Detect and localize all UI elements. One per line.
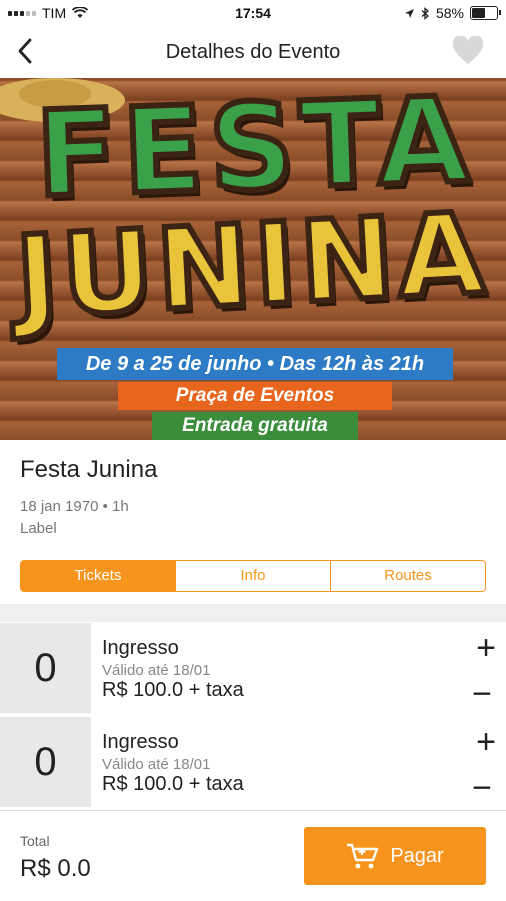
ticket-validity: Válido até 18/01 — [102, 756, 211, 773]
increment-button[interactable]: + — [476, 631, 496, 665]
ticket-quantity: 0 — [0, 623, 91, 713]
status-right: 58% — [404, 5, 501, 21]
banner-title-junina: JUNINA — [10, 186, 495, 347]
event-banner: FESTA JUNINA De 9 a 25 de junho • Das 12… — [0, 78, 506, 440]
event-meta: 18 jan 1970 • 1h — [20, 498, 129, 515]
total-value: R$ 0.0 — [20, 855, 91, 882]
bluetooth-icon — [421, 6, 429, 20]
tab-routes[interactable]: Routes — [330, 561, 485, 591]
pay-button-label: Pagar — [390, 844, 444, 867]
segmented-tabs: Tickets Info Routes — [20, 560, 486, 592]
decrement-button[interactable]: − — [472, 677, 492, 711]
increment-button[interactable]: + — [476, 725, 496, 759]
ticket-quantity: 0 — [0, 717, 91, 807]
pay-button[interactable]: Pagar — [304, 827, 486, 885]
battery-icon — [470, 6, 501, 20]
event-label: Label — [20, 520, 57, 537]
banner-dates: De 9 a 25 de junho • Das 12h às 21h — [57, 348, 453, 380]
ticket-row: 0 Ingresso Válido até 18/01 R$ 100.0 + t… — [0, 623, 506, 713]
banner-place: Praça de Eventos — [118, 382, 392, 410]
event-title: Festa Junina — [20, 456, 158, 483]
ticket-price: R$ 100.0 + taxa — [102, 679, 244, 701]
decrement-button[interactable]: − — [472, 771, 492, 805]
ticket-name: Ingresso — [102, 637, 179, 659]
cart-icon — [347, 843, 379, 869]
total-label: Total — [20, 833, 50, 849]
tab-tickets[interactable]: Tickets — [21, 561, 175, 591]
heart-icon[interactable] — [452, 36, 484, 66]
section-divider — [0, 604, 506, 622]
status-bar: TIM 17:54 58% — [0, 0, 506, 28]
ticket-name: Ingresso — [102, 731, 179, 753]
ticket-price: R$ 100.0 + taxa — [102, 773, 244, 795]
tab-info[interactable]: Info — [175, 561, 330, 591]
checkout-footer: Total R$ 0.0 Pagar — [0, 810, 506, 901]
battery-percent: 58% — [435, 5, 464, 21]
battery-fill — [472, 8, 485, 18]
ticket-validity: Válido até 18/01 — [102, 662, 211, 679]
ticket-row: 0 Ingresso Válido até 18/01 R$ 100.0 + t… — [0, 715, 506, 807]
page-title: Detalhes do Evento — [165, 41, 341, 63]
banner-entry: Entrada gratuita — [152, 412, 358, 440]
navigation-bar: Detalhes do Evento — [0, 28, 506, 76]
location-arrow-icon — [404, 8, 414, 18]
